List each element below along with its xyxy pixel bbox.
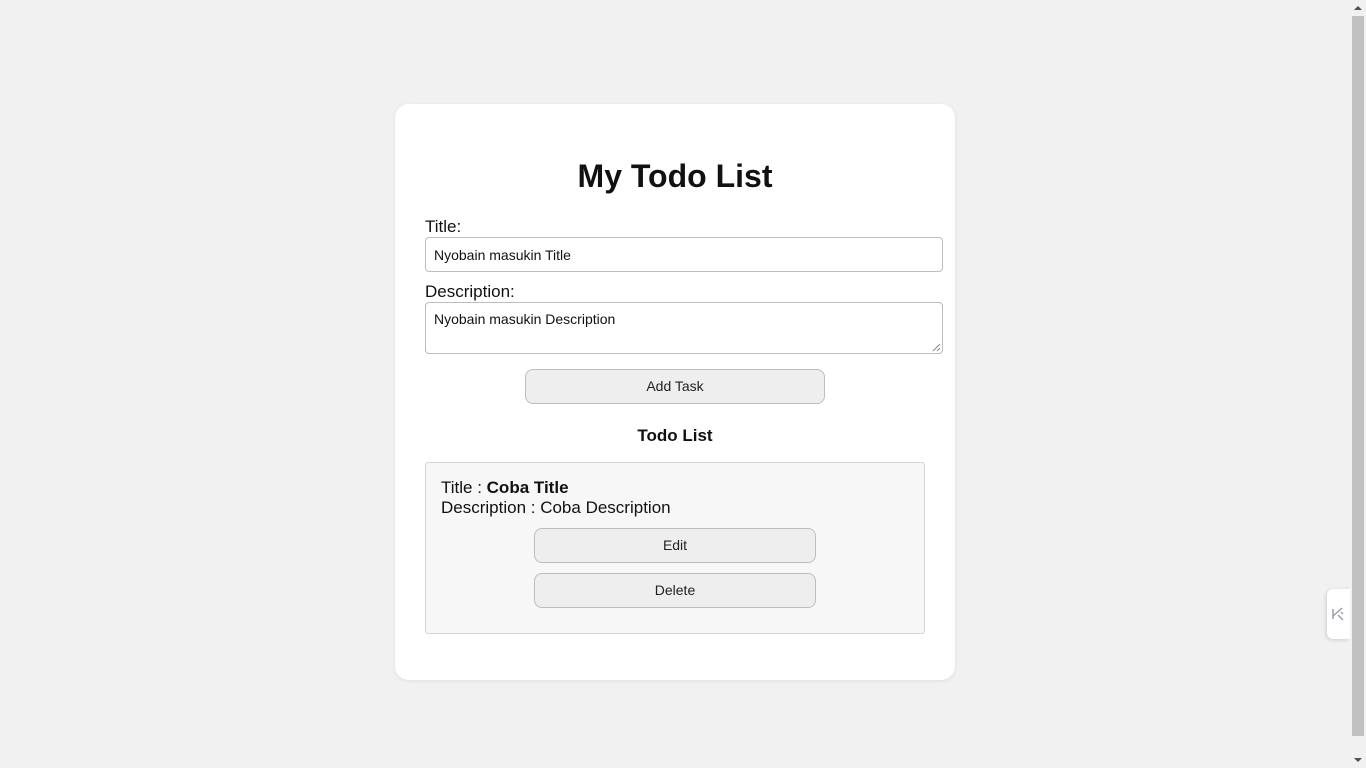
title-input[interactable]	[425, 237, 943, 272]
extension-launcher-icon	[1332, 607, 1344, 621]
resize-grip-icon[interactable]	[932, 343, 941, 352]
edit-button[interactable]: Edit	[534, 528, 816, 563]
scroll-down-arrow-icon[interactable]	[1350, 752, 1366, 768]
page-viewport: My Todo List Title: Description: Nyobain…	[0, 0, 1366, 768]
todo-item-description-prefix: Description :	[441, 498, 541, 517]
todo-item-title-prefix: Title :	[441, 478, 487, 497]
todo-item-description-line: Description : Coba Description	[441, 498, 671, 518]
vertical-scrollbar[interactable]	[1350, 0, 1366, 768]
scrollbar-thumb[interactable]	[1352, 16, 1364, 736]
title-label: Title:	[425, 217, 462, 236]
todo-item-title: Coba Title	[486, 478, 569, 497]
description-label: Description:	[425, 282, 515, 301]
add-task-button[interactable]: Add Task	[525, 369, 825, 404]
description-textarea[interactable]: Nyobain masukin Description	[425, 302, 943, 354]
delete-button[interactable]: Delete	[534, 573, 816, 608]
todo-item-title-line: Title : Coba Title	[441, 478, 569, 498]
page-title: My Todo List	[577, 158, 773, 194]
todo-card: My Todo List Title: Description: Nyobain…	[395, 104, 955, 680]
todo-item: Title : Coba Title Description : Coba De…	[425, 462, 925, 634]
todo-list-heading: Todo List	[637, 426, 713, 445]
todo-item-description: Coba Description	[540, 498, 671, 517]
side-widget-tab[interactable]	[1327, 589, 1350, 639]
scroll-up-arrow-icon[interactable]	[1350, 0, 1366, 16]
